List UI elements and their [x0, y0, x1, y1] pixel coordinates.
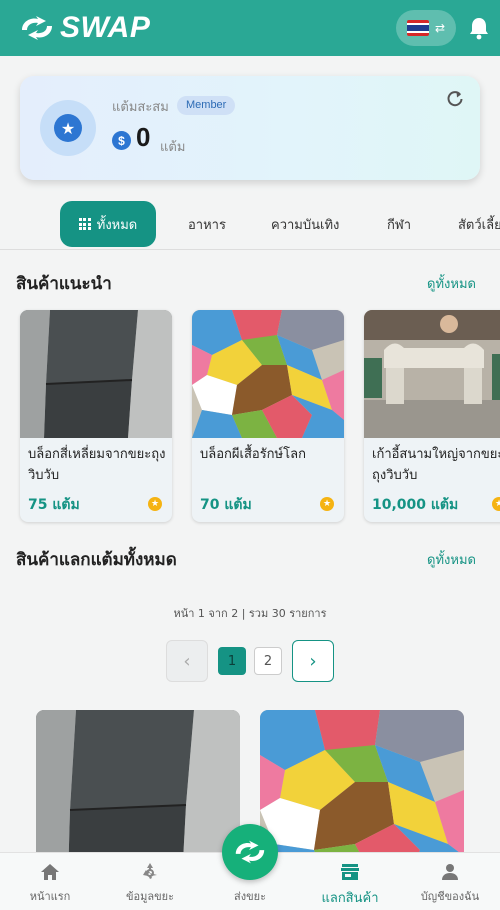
- points-label: แต้มสะสม: [112, 100, 169, 115]
- product-card[interactable]: บล็อกสี่เหลี่ยมจากขยะถุงวิบวับ 75 แต้ม ★: [20, 310, 172, 522]
- nav-label: บัญชีของฉัน: [420, 890, 480, 903]
- product-image: [20, 310, 172, 438]
- all-items-title: สินค้าแลกแต้มทั้งหมด: [16, 550, 177, 570]
- language-switch-button[interactable]: ⇄: [396, 10, 456, 46]
- page-1-button[interactable]: 1: [218, 647, 246, 675]
- product-card[interactable]: บล็อกผีเสื้อรักษ์โลก 70 แต้ม ★: [192, 310, 344, 522]
- swap-arrows-icon: ⇄: [434, 21, 446, 35]
- grid-icon: [78, 218, 91, 230]
- product-card[interactable]: เก้าอี้สนามใหญ่จากขยะถุงวิบวับ 10,000 แต…: [364, 310, 500, 522]
- product-price: 10,000 แต้ม: [372, 497, 459, 513]
- star-icon: ★: [148, 497, 162, 511]
- product-name: เก้าอี้สนามใหญ่จากขยะถุงวิบวับ: [372, 447, 500, 483]
- product-image: [192, 310, 344, 438]
- member-star-badge: ★: [40, 100, 96, 156]
- product-image: [364, 310, 500, 438]
- nav-waste-info[interactable]: ข้อมูลขยะ: [100, 853, 200, 910]
- tab-all[interactable]: ทั้งหมด: [60, 201, 156, 247]
- member-badge: Member: [177, 96, 236, 115]
- thai-flag-icon: [406, 20, 429, 36]
- star-icon: ★: [54, 114, 82, 142]
- next-page-button[interactable]: ›: [292, 640, 334, 682]
- bell-icon[interactable]: [468, 16, 490, 40]
- tab-entertainment[interactable]: ความบันเทิง: [271, 201, 339, 247]
- tab-label: อาหาร: [188, 217, 226, 233]
- swap-icon: [235, 840, 265, 864]
- nav-redeem[interactable]: แลกสินค้า: [300, 853, 400, 910]
- category-tabs: ทั้งหมด อาหาร ความบันเทิง กีฬา สัตว์เลี้…: [0, 200, 500, 250]
- send-waste-fab-button[interactable]: [222, 824, 278, 880]
- star-icon: ★: [320, 497, 334, 511]
- nav-home[interactable]: หน้าแรก: [0, 853, 100, 910]
- nav-label: ส่งขยะ: [234, 890, 266, 903]
- points-value: 0: [136, 122, 151, 152]
- product-price: 70 แต้ม: [200, 497, 252, 513]
- page-2-button[interactable]: 2: [254, 647, 282, 675]
- previous-page-button[interactable]: ‹: [166, 640, 208, 682]
- nav-label: หน้าแรก: [29, 890, 71, 903]
- nav-label: แลกสินค้า: [321, 891, 379, 906]
- recycle-icon: [143, 863, 157, 879]
- tab-food[interactable]: อาหาร: [188, 201, 226, 247]
- tab-label: กีฬา: [387, 217, 412, 233]
- refresh-icon[interactable]: [446, 90, 464, 108]
- points-card: ★ แต้มสะสม Member $ 0 แต้ม: [20, 76, 480, 180]
- chevron-left-icon: ‹: [183, 650, 191, 672]
- store-icon: [341, 864, 359, 880]
- all-items-see-all-link[interactable]: ดูทั้งหมด: [427, 549, 476, 570]
- tab-label: ความบันเทิง: [271, 217, 340, 233]
- app-logo[interactable]: SWAP: [18, 11, 150, 45]
- product-name: บล็อกผีเสื้อรักษ์โลก: [200, 447, 306, 462]
- recommended-title: สินค้าแนะนำ: [16, 274, 112, 294]
- nav-label: ข้อมูลขยะ: [126, 890, 174, 903]
- nav-my-account[interactable]: บัญชีของฉัน: [400, 853, 500, 910]
- logo-text: SWAP: [60, 11, 151, 44]
- points-unit: แต้ม: [160, 140, 186, 155]
- chevron-right-icon: ›: [309, 650, 317, 672]
- product-price: 75 แต้ม: [28, 497, 80, 513]
- coin-icon: $: [112, 131, 131, 150]
- product-name: บล็อกสี่เหลี่ยมจากขยะถุงวิบวับ: [28, 447, 166, 483]
- app-header: SWAP ⇄: [0, 0, 500, 56]
- tab-label: ทั้งหมด: [96, 217, 138, 233]
- person-icon: [442, 864, 458, 880]
- recommended-see-all-link[interactable]: ดูทั้งหมด: [427, 273, 476, 294]
- home-icon: [41, 864, 59, 880]
- tab-label: สัตว์เลี้ยง: [458, 217, 500, 233]
- tab-sports[interactable]: กีฬา: [387, 201, 411, 247]
- pagination-info: หน้า 1 จาก 2 | รวม 30 รายการ: [173, 607, 327, 620]
- swap-logo-icon: [22, 16, 52, 40]
- tab-pets[interactable]: สัตว์เลี้ยง: [458, 201, 500, 247]
- star-icon: ★: [492, 497, 500, 511]
